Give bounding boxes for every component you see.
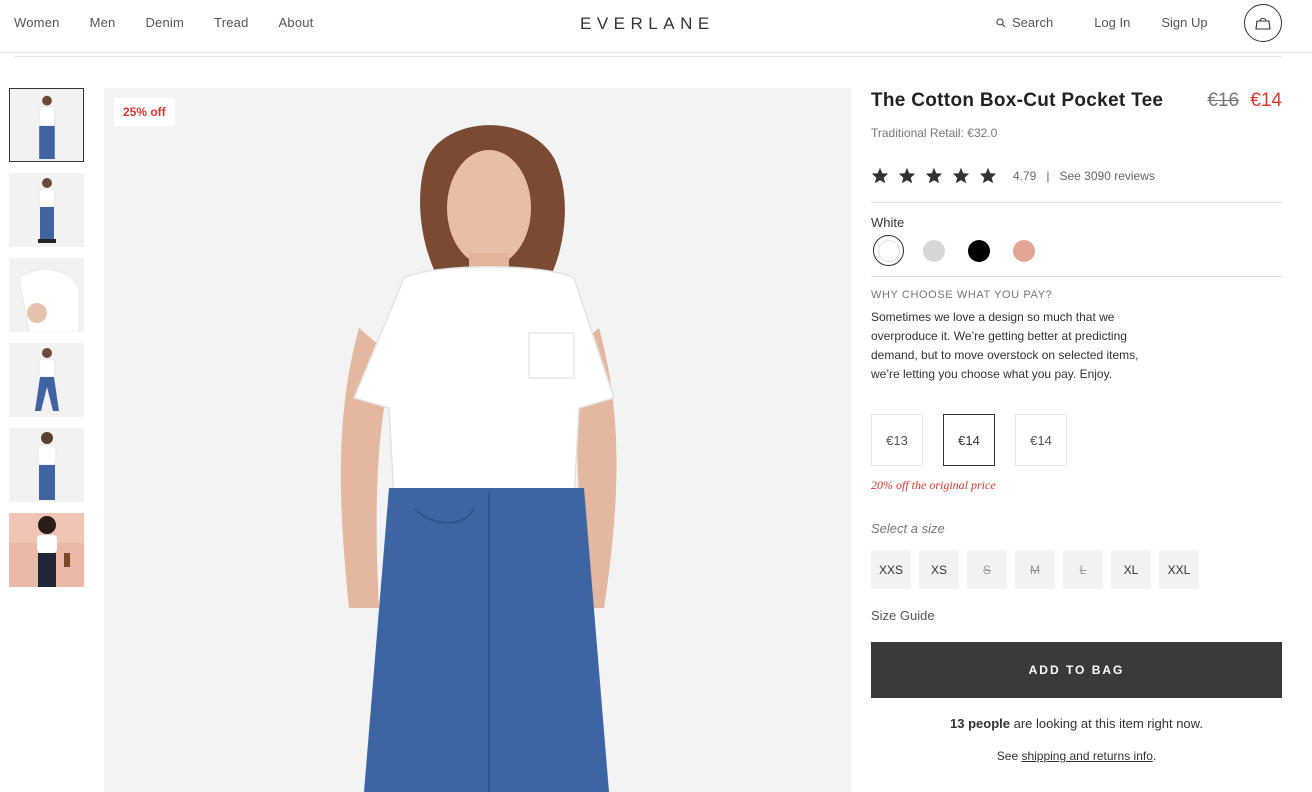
nav-about[interactable]: About <box>279 15 314 30</box>
nav-men[interactable]: Men <box>90 15 116 30</box>
model-thumbnail-image <box>9 258 84 332</box>
header-divider <box>14 56 1282 57</box>
size-xxl[interactable]: XXL <box>1159 550 1199 589</box>
model-thumbnail-image <box>9 173 84 247</box>
price-option-1[interactable]: €13 <box>871 414 923 466</box>
swatch-grey-chip <box>922 239 945 262</box>
add-to-bag-button[interactable]: ADD TO BAG <box>871 642 1282 698</box>
price-option-3[interactable]: €14 <box>1015 414 1067 466</box>
shopping-bag-button[interactable] <box>1244 4 1282 42</box>
color-swatches <box>873 235 1039 266</box>
why-choose-title: WHY CHOOSE WHAT YOU PAY? <box>871 289 1053 301</box>
star-icon <box>952 167 970 184</box>
model-photo-image <box>104 88 851 792</box>
star-rating <box>871 167 997 184</box>
star-icon <box>925 167 943 184</box>
traditional-retail: Traditional Retail: €32.0 <box>871 126 998 140</box>
shipping-returns-link[interactable]: shipping and returns info <box>1021 749 1152 763</box>
size-guide-link[interactable]: Size Guide <box>871 608 935 623</box>
model-thumbnail-image <box>9 428 84 502</box>
thumbnail-5[interactable] <box>9 428 84 502</box>
divider <box>871 202 1282 203</box>
size-xl[interactable]: XL <box>1111 550 1151 589</box>
swatch-rose-chip <box>1012 239 1035 262</box>
viewers-text: are looking at this item right now. <box>1010 716 1203 731</box>
search-icon <box>996 17 1006 27</box>
thumbnail-1[interactable] <box>9 88 84 162</box>
shipping-notice: See shipping and returns info. <box>871 749 1282 763</box>
rating-separator: | <box>1046 168 1050 183</box>
price-options: €13 €14 €14 <box>871 414 1067 466</box>
original-price: €16 <box>1207 90 1240 111</box>
account-nav: Search Log In Sign Up <box>996 15 1208 30</box>
search-button[interactable]: Search <box>996 15 1053 30</box>
star-icon <box>871 167 889 184</box>
swatch-white[interactable] <box>873 235 904 266</box>
viewers-count: 13 people <box>950 716 1011 731</box>
thumbnail-6[interactable] <box>9 513 84 587</box>
nav-tread[interactable]: Tread <box>214 15 248 30</box>
selected-color-name: White <box>871 215 905 230</box>
why-choose-text: Sometimes we love a design so much that … <box>871 310 1139 381</box>
shopping-bag-icon <box>1255 17 1271 30</box>
nav-denim[interactable]: Denim <box>145 15 184 30</box>
size-m[interactable]: M <box>1015 550 1055 589</box>
size-options: XXS XS S M L XL XXL <box>871 550 1199 589</box>
shipping-prefix: See <box>996 749 1022 763</box>
divider <box>871 276 1282 277</box>
product-main-image[interactable]: 25% off <box>104 88 851 792</box>
signup-link[interactable]: Sign Up <box>1161 15 1207 30</box>
star-icon <box>898 167 916 184</box>
star-icon <box>979 167 997 184</box>
model-thumbnail-image <box>9 343 84 417</box>
shipping-suffix: . <box>1152 749 1157 763</box>
size-xxs[interactable]: XXS <box>871 550 911 589</box>
price-note: 20% off the original price <box>871 478 996 492</box>
thumbnail-3[interactable] <box>9 258 84 332</box>
discount-badge: 25% off <box>114 98 175 126</box>
swatch-black-chip <box>967 239 990 262</box>
viewers-notice: 13 people are looking at this item right… <box>871 716 1282 731</box>
login-link[interactable]: Log In <box>1094 15 1130 30</box>
thumbnail-4[interactable] <box>9 343 84 417</box>
main-nav: Women Men Denim Tread About <box>14 15 314 30</box>
rating-value: 4.79 <box>1013 168 1037 183</box>
reviews-link[interactable]: See 3090 reviews <box>1059 169 1154 183</box>
model-thumbnail-image <box>9 513 84 587</box>
swatch-black[interactable] <box>963 235 994 266</box>
size-xs[interactable]: XS <box>919 550 959 589</box>
size-label: Select a size <box>871 521 945 536</box>
nav-women[interactable]: Women <box>14 15 60 30</box>
rating-row: 4.79 | See 3090 reviews <box>871 167 1155 184</box>
size-l[interactable]: L <box>1063 550 1103 589</box>
site-header: Women Men Denim Tread About EVERLANE Sea… <box>0 0 1312 53</box>
model-thumbnail-image <box>10 89 83 161</box>
price-option-2[interactable]: €14 <box>943 414 995 466</box>
swatch-rose[interactable] <box>1008 235 1039 266</box>
size-s[interactable]: S <box>967 550 1007 589</box>
swatch-white-chip <box>877 239 900 262</box>
price: €16 €14 <box>1207 90 1282 112</box>
thumbnail-gallery <box>9 88 84 598</box>
swatch-grey[interactable] <box>918 235 949 266</box>
thumbnail-2[interactable] <box>9 173 84 247</box>
sale-price: €14 <box>1250 90 1282 111</box>
product-title: The Cotton Box-Cut Pocket Tee <box>871 90 1164 111</box>
brand-logo[interactable]: EVERLANE <box>580 14 715 34</box>
search-label: Search <box>1012 15 1054 30</box>
